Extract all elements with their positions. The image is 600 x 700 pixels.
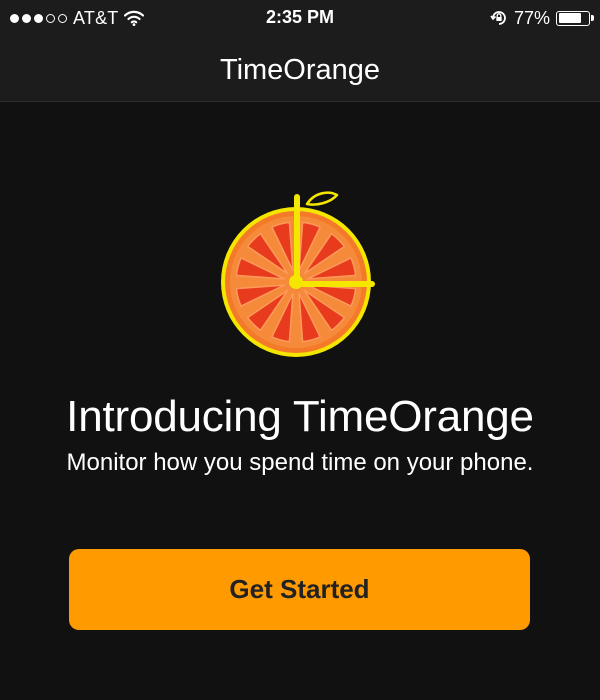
status-bar: AT&T 2:35 PM 77% <box>0 0 600 36</box>
get-started-button[interactable]: Get Started <box>69 549 530 630</box>
nav-title: TimeOrange <box>219 54 381 86</box>
battery-icon <box>556 10 594 26</box>
navigation-bar: TimeOrange <box>0 36 600 102</box>
status-right: 77% <box>490 6 594 30</box>
orange-clock-logo-icon <box>221 191 375 357</box>
headline: Introducing TimeOrange <box>66 392 534 441</box>
orientation-lock-icon <box>490 11 506 25</box>
subline: Monitor how you spend time on your phone… <box>66 449 534 476</box>
battery-percent: 77% <box>513 7 550 28</box>
